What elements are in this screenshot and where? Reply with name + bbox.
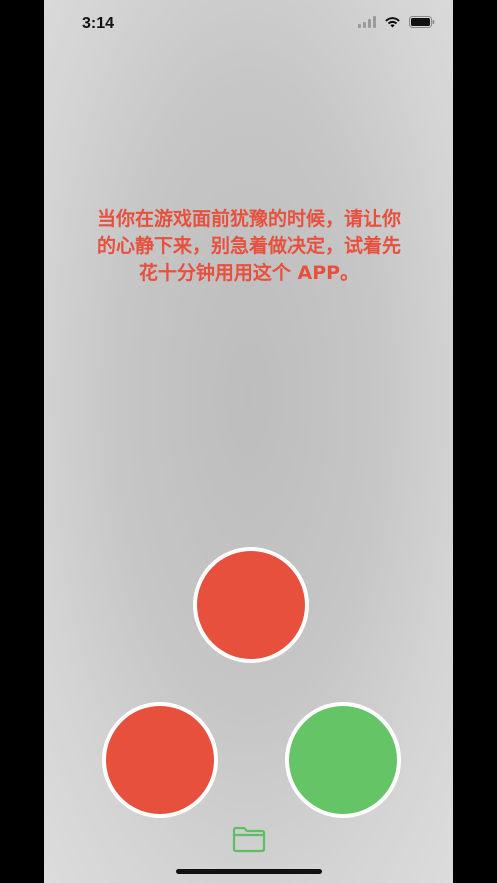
hint-message: 当你在游戏面前犹豫的时候，请让你的心静下来，别急着做决定，试着先花十分钟用用这个… — [96, 208, 401, 284]
wifi-icon — [385, 17, 400, 28]
app-screen: 3:14 当你在游戏面前犹豫的时候，请让你的心静下来，别急着做决定，试着先花十分… — [44, 0, 453, 883]
green-circle-button[interactable] — [285, 702, 401, 818]
home-indicator[interactable] — [176, 869, 322, 874]
status-bar: 3:14 — [44, 0, 453, 50]
status-icons — [358, 16, 435, 28]
folder-button[interactable] — [232, 825, 266, 853]
red-circle-button-top[interactable] — [193, 547, 309, 663]
status-time: 3:14 — [82, 15, 115, 32]
red-circle-button-left[interactable] — [102, 702, 218, 818]
folder-icon — [232, 826, 266, 853]
battery-icon — [409, 16, 435, 28]
signal-icon — [358, 16, 376, 28]
